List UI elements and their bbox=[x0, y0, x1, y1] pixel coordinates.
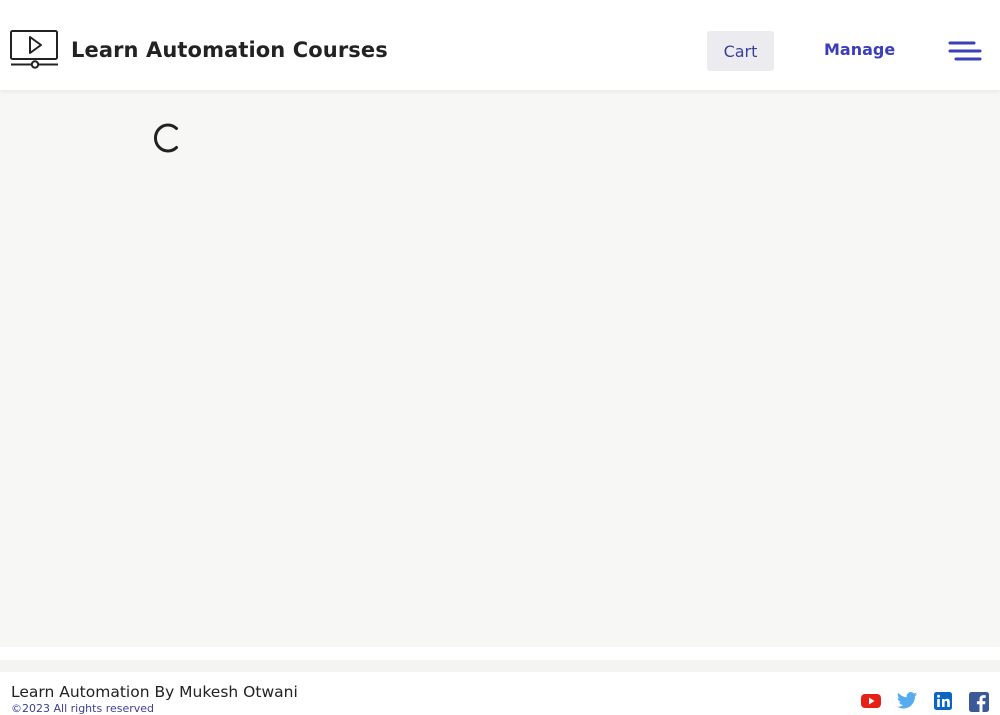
facebook-icon[interactable] bbox=[968, 691, 990, 712]
footer-divider bbox=[0, 660, 1000, 672]
manage-link[interactable]: Manage bbox=[824, 40, 895, 59]
hamburger-menu-icon[interactable] bbox=[948, 38, 982, 64]
loading-spinner-icon bbox=[154, 123, 178, 153]
cart-button[interactable]: Cart bbox=[707, 31, 774, 71]
top-navbar: Learn Automation Courses Cart Manage bbox=[0, 0, 1000, 90]
linkedin-icon[interactable] bbox=[933, 691, 955, 711]
twitter-icon[interactable] bbox=[896, 691, 918, 711]
footer-copyright: ©2023 All rights reserved bbox=[11, 702, 155, 715]
youtube-icon[interactable] bbox=[860, 691, 882, 711]
brand-link[interactable]: Learn Automation Courses bbox=[10, 30, 388, 70]
main-content bbox=[0, 90, 1000, 647]
video-player-icon bbox=[10, 30, 58, 69]
footer-title: Learn Automation By Mukesh Otwani bbox=[11, 683, 298, 701]
footer: Learn Automation By Mukesh Otwani ©2023 … bbox=[0, 672, 1000, 715]
page: Learn Automation Courses Cart Manage Lea… bbox=[0, 0, 1000, 715]
brand-title: Learn Automation Courses bbox=[71, 38, 388, 62]
